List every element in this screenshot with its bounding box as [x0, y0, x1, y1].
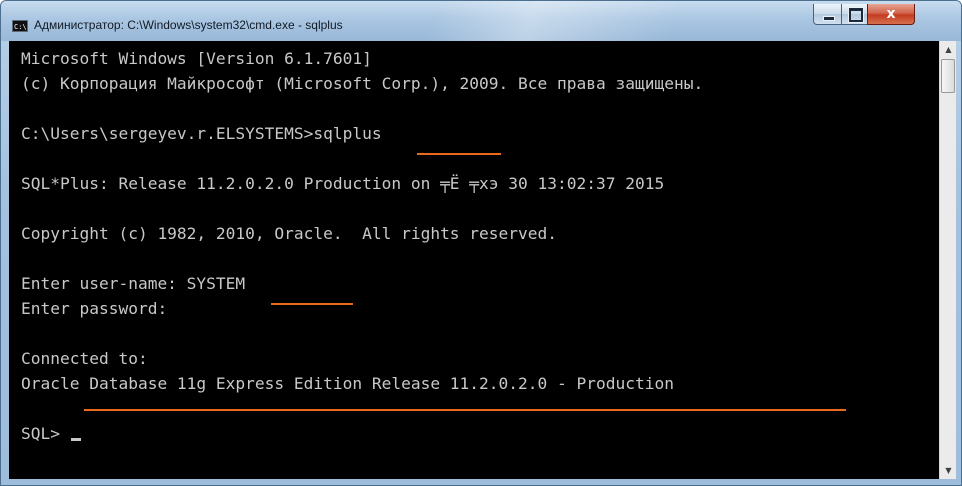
sql-prompt: SQL> [21, 424, 70, 443]
close-icon: x [886, 6, 896, 22]
sqlplus-underline [417, 153, 501, 155]
cmd-window: C:\ Администратор: C:\Windows\system32\c… [0, 0, 962, 486]
title-bar[interactable]: C:\ Администратор: C:\Windows\system32\c… [1, 1, 961, 41]
minimize-icon [823, 16, 835, 21]
console-line: Microsoft Windows [Version 6.1.7601] [21, 49, 372, 68]
window-bottom-border [1, 479, 961, 485]
console-line: Connected to: [21, 349, 148, 368]
console-line: SQL*Plus: Release 11.2.0.2.0 Production … [21, 174, 665, 193]
vertical-scrollbar[interactable]: ▲ ▼ [939, 41, 956, 479]
scroll-down-icon[interactable]: ▼ [940, 462, 957, 479]
maximize-icon [849, 8, 863, 22]
console-line: (c) Корпорация Майкрософт (Microsoft Cor… [21, 74, 704, 93]
sql-prompt-line[interactable]: SQL> [21, 421, 703, 446]
window-title: Администратор: C:\Windows\system32\cmd.e… [34, 18, 343, 32]
username-underline [271, 303, 353, 305]
minimize-button[interactable] [813, 4, 842, 25]
console-line: Copyright (c) 1982, 2010, Oracle. All ri… [21, 224, 558, 243]
connection-underline [84, 409, 846, 411]
close-button[interactable]: x [867, 4, 915, 25]
console-output[interactable]: Microsoft Windows [Version 6.1.7601] (c)… [9, 41, 939, 479]
scroll-up-icon[interactable]: ▲ [940, 41, 957, 58]
text-cursor [70, 438, 81, 441]
console-line: Oracle Database 11g Express Edition Rele… [21, 374, 674, 393]
console-line: Enter user-name: SYSTEM [21, 274, 246, 293]
console-lines: Microsoft Windows [Version 6.1.7601] (c)… [21, 46, 703, 446]
maximize-button[interactable] [841, 4, 868, 25]
scroll-thumb[interactable] [941, 59, 955, 93]
console-line: Enter password: [21, 299, 168, 318]
console-app-icon[interactable]: C:\ [12, 20, 28, 32]
console-line: C:\Users\sergeyev.r.ELSYSTEMS>sqlplus [21, 124, 382, 143]
